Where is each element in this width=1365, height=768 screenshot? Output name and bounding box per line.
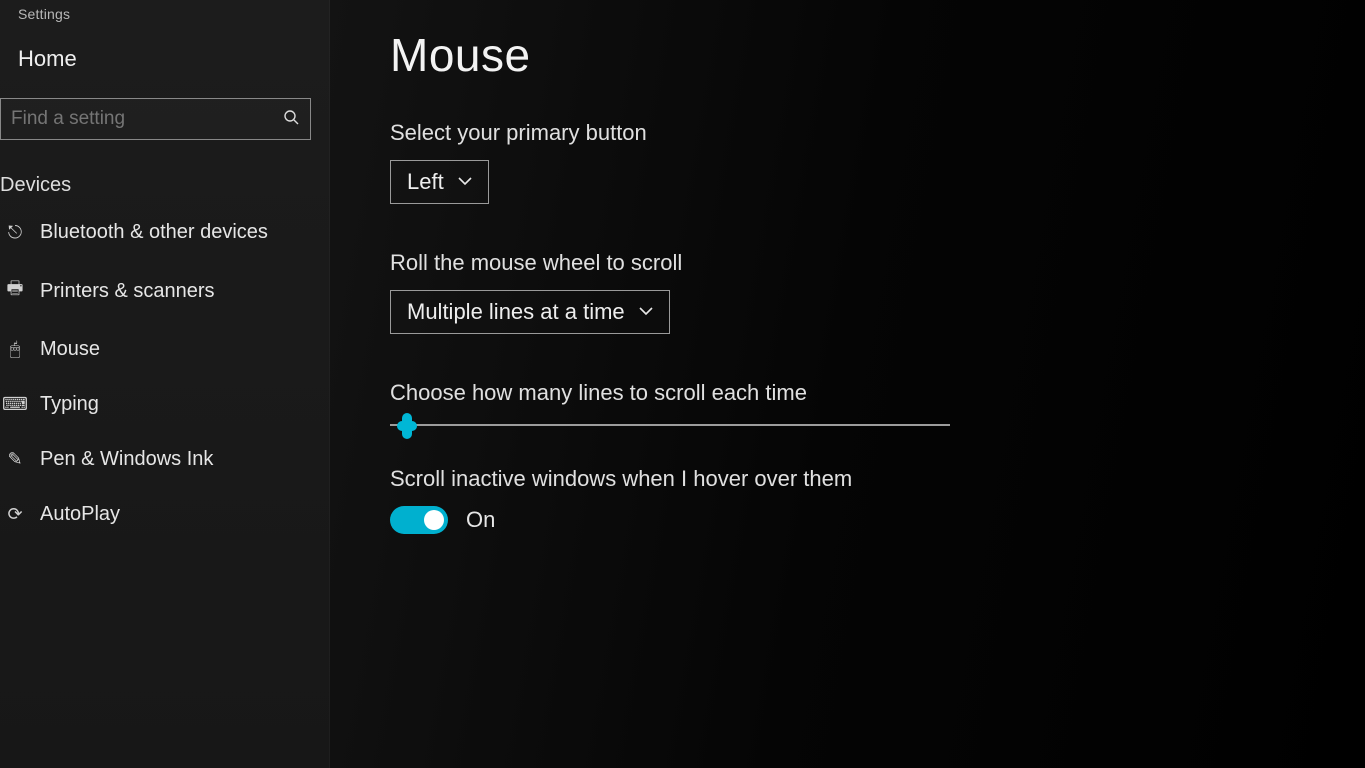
sidebar-item-mouse[interactable]: 🖱 Mouse (0, 322, 329, 377)
chevron-down-icon (639, 303, 653, 321)
app-title: Settings (0, 6, 329, 32)
wheel-scroll-label: Roll the mouse wheel to scroll (390, 250, 1325, 276)
primary-button-value: Left (407, 169, 444, 195)
wheel-scroll-value: Multiple lines at a time (407, 299, 625, 325)
chevron-down-icon (458, 173, 472, 191)
page-title: Mouse (390, 28, 1325, 82)
sidebar-item-bluetooth[interactable]: ⎋ Bluetooth & other devices (0, 205, 329, 260)
inactive-scroll-state: On (466, 507, 495, 533)
toggle-knob (424, 510, 444, 530)
sidebar-item-label: Printers & scanners (40, 280, 215, 303)
slider-thumb[interactable] (402, 413, 412, 439)
sidebar-home[interactable]: Home (0, 32, 329, 98)
sidebar: Settings Home Devices ⎋ Bluetooth & othe… (0, 0, 330, 768)
printer-icon: 🖶 (2, 276, 28, 306)
lines-slider-label: Choose how many lines to scroll each tim… (390, 380, 1325, 406)
search-input[interactable] (1, 108, 272, 130)
keyboard-icon: ⌨ (2, 394, 28, 415)
autoplay-icon: ⟳ (2, 504, 28, 525)
main-panel: Mouse Select your primary button Left Ro… (330, 0, 1365, 768)
sidebar-item-printers[interactable]: 🖶 Printers & scanners (0, 260, 329, 322)
wheel-scroll-dropdown[interactable]: Multiple lines at a time (390, 290, 670, 334)
inactive-scroll-label: Scroll inactive windows when I hover ove… (390, 466, 1325, 492)
sidebar-item-label: Bluetooth & other devices (40, 221, 268, 244)
slider-track (390, 424, 950, 426)
bluetooth-icon: ⎋ (2, 222, 28, 243)
inactive-scroll-toggle[interactable] (390, 506, 448, 534)
sidebar-item-label: Pen & Windows Ink (40, 448, 213, 471)
sidebar-item-pen[interactable]: ✎ Pen & Windows Ink (0, 432, 329, 487)
search-icon (272, 109, 310, 130)
inactive-scroll-row: On (390, 506, 1325, 534)
search-box[interactable] (0, 98, 311, 140)
sidebar-item-label: Typing (40, 393, 99, 416)
primary-button-dropdown[interactable]: Left (390, 160, 489, 204)
home-label: Home (18, 46, 77, 71)
sidebar-item-autoplay[interactable]: ⟳ AutoPlay (0, 487, 329, 542)
mouse-icon: 🖱 (2, 339, 28, 360)
settings-app: Settings Home Devices ⎋ Bluetooth & othe… (0, 0, 1365, 768)
lines-slider[interactable] (390, 424, 950, 426)
sidebar-item-label: Mouse (40, 338, 100, 361)
pen-icon: ✎ (2, 449, 28, 470)
sidebar-category: Devices (0, 174, 329, 205)
sidebar-item-label: AutoPlay (40, 503, 120, 526)
sidebar-item-typing[interactable]: ⌨ Typing (0, 377, 329, 432)
primary-button-label: Select your primary button (390, 120, 1325, 146)
